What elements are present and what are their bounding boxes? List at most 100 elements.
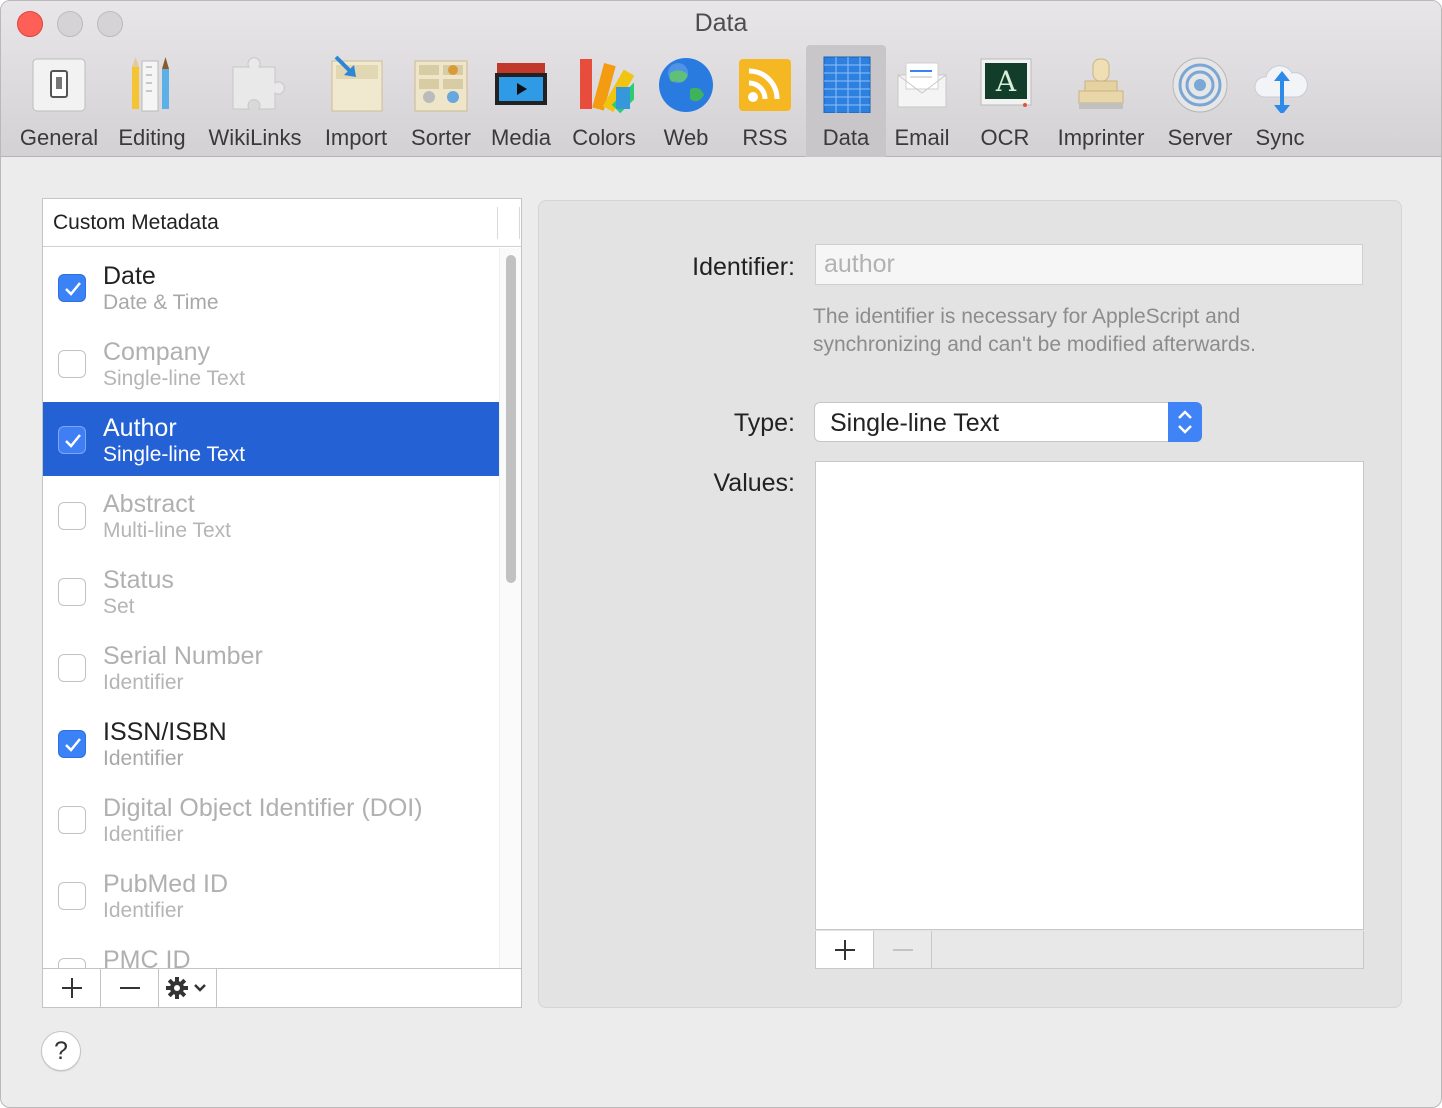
tab-sorter[interactable]: Sorter	[403, 45, 479, 157]
metadata-title: Author	[103, 414, 177, 442]
metadata-list-item[interactable]: Date Date & Time	[43, 250, 499, 324]
tab-colors[interactable]: Colors	[563, 45, 646, 157]
metadata-list-item[interactable]: Status Set	[43, 554, 499, 628]
enabled-checkbox[interactable]	[58, 958, 86, 968]
action-menu-button[interactable]	[159, 969, 217, 1007]
puzzle-icon	[225, 53, 285, 113]
list-footer	[43, 968, 521, 1007]
column-header-custom-metadata: Custom Metadata	[53, 211, 219, 234]
enabled-checkbox[interactable]	[58, 806, 86, 834]
add-metadata-button[interactable]	[43, 969, 101, 1007]
metadata-type: Single-line Text	[103, 443, 246, 466]
column-separator	[497, 207, 498, 239]
identifier-label: Identifier:	[692, 253, 795, 281]
add-value-button[interactable]	[816, 931, 874, 968]
metadata-rows: Date Date & Time Company Single-line Text Au…	[43, 248, 499, 968]
tab-import[interactable]: Import	[315, 45, 397, 157]
rss-icon	[735, 53, 795, 113]
metadata-type: Set	[103, 595, 135, 618]
values-label: Values:	[713, 469, 795, 497]
import-icon	[326, 53, 386, 113]
updown-chevron-icon	[1168, 402, 1202, 442]
metadata-title: Date	[103, 262, 156, 290]
checkmark-icon	[65, 282, 81, 296]
tab-server[interactable]: Server	[1161, 45, 1239, 157]
metadata-list-item[interactable]: Author Single-line Text	[43, 402, 499, 476]
enabled-checkbox[interactable]	[58, 654, 86, 682]
preferences-window: Data General Editing WikiLinks Import So…	[0, 0, 1442, 1108]
metadata-type: Identifier	[103, 823, 184, 846]
type-popup-button[interactable]: Single-line Text	[814, 402, 1202, 442]
tab-web[interactable]: Web	[651, 45, 721, 157]
values-footer	[815, 931, 1364, 969]
ocr-icon: A	[975, 53, 1035, 113]
tab-general[interactable]: General	[15, 45, 103, 157]
metadata-type: Identifier	[103, 671, 184, 694]
chevron-down-icon	[193, 984, 206, 992]
server-icon	[1170, 53, 1230, 113]
custom-metadata-list: Custom Metadata Date Date & Time Company Si…	[42, 198, 522, 1008]
metadata-type: Single-line Text	[103, 367, 246, 390]
sorter-icon	[411, 53, 471, 113]
enabled-checkbox[interactable]	[58, 502, 86, 530]
type-label: Type:	[733, 409, 795, 437]
metadata-list-item[interactable]: Abstract Multi-line Text	[43, 478, 499, 552]
enabled-checkbox[interactable]	[58, 882, 86, 910]
metadata-title: Serial Number	[103, 642, 263, 670]
enabled-checkbox[interactable]	[58, 274, 86, 302]
remove-metadata-button[interactable]	[101, 969, 159, 1007]
pencil-ruler-icon	[122, 53, 182, 113]
metadata-list-item[interactable]: Digital Object Identifier (DOI) Identifie…	[43, 782, 499, 856]
minus-icon	[892, 948, 913, 951]
titlebar: Data General Editing WikiLinks Import So…	[1, 1, 1441, 157]
globe-icon	[656, 53, 716, 113]
metadata-list-item[interactable]: Serial Number Identifier	[43, 630, 499, 704]
metadata-list-item[interactable]: Company Single-line Text	[43, 326, 499, 400]
metadata-title: Abstract	[103, 490, 195, 518]
cloud-sync-icon	[1250, 53, 1310, 115]
enabled-checkbox[interactable]	[58, 350, 86, 378]
metadata-list-item[interactable]: PMC ID	[43, 934, 499, 968]
help-button[interactable]: ?	[41, 1031, 81, 1071]
switch-icon	[29, 53, 89, 113]
metadata-list-item[interactable]: PubMed ID Identifier	[43, 858, 499, 932]
tab-rss[interactable]: RSS	[727, 45, 803, 157]
metadata-list-item[interactable]: ISSN/ISBN Identifier	[43, 706, 499, 780]
remove-value-button[interactable]	[874, 931, 932, 968]
media-icon	[491, 53, 551, 113]
values-list[interactable]	[815, 461, 1364, 930]
checkmark-icon	[65, 434, 81, 448]
metadata-title: Digital Object Identifier (DOI)	[103, 794, 423, 822]
metadata-title: Company	[103, 338, 210, 366]
checkmark-icon	[65, 738, 81, 752]
enabled-checkbox[interactable]	[58, 426, 86, 454]
gear-icon	[165, 977, 188, 999]
tab-email[interactable]: Email	[889, 45, 955, 157]
enabled-checkbox[interactable]	[58, 730, 86, 758]
scroll-thumb[interactable]	[506, 255, 516, 583]
list-header[interactable]: Custom Metadata	[43, 199, 521, 247]
tab-sync[interactable]: Sync	[1247, 45, 1313, 157]
metadata-title: PMC ID	[103, 946, 191, 968]
identifier-field[interactable]	[815, 244, 1363, 285]
metadata-title: Status	[103, 566, 174, 594]
plus-icon	[61, 978, 82, 998]
enabled-checkbox[interactable]	[58, 578, 86, 606]
type-selected-value: Single-line Text	[830, 409, 1000, 437]
identifier-help-text: The identifier is necessary for AppleScr…	[813, 305, 1256, 356]
tab-ocr[interactable]: A OCR	[971, 45, 1039, 157]
tab-media[interactable]: Media	[485, 45, 557, 157]
tab-editing[interactable]: Editing	[109, 45, 195, 157]
vertical-scrollbar[interactable]	[499, 248, 521, 968]
tab-imprinter[interactable]: Imprinter	[1049, 45, 1153, 157]
metadata-type: Date & Time	[103, 291, 219, 314]
column-separator	[519, 207, 520, 239]
tab-wikilinks[interactable]: WikiLinks	[201, 45, 309, 157]
metadata-type: Identifier	[103, 747, 184, 770]
color-swatches-icon	[574, 53, 646, 114]
tab-data[interactable]: Data	[806, 45, 886, 157]
metadata-title: PubMed ID	[103, 870, 229, 898]
metadata-detail-panel: Identifier: The identifier is necessary …	[538, 200, 1402, 1008]
svg-text:A: A	[995, 65, 1017, 98]
metadata-title: ISSN/ISBN	[103, 718, 227, 746]
